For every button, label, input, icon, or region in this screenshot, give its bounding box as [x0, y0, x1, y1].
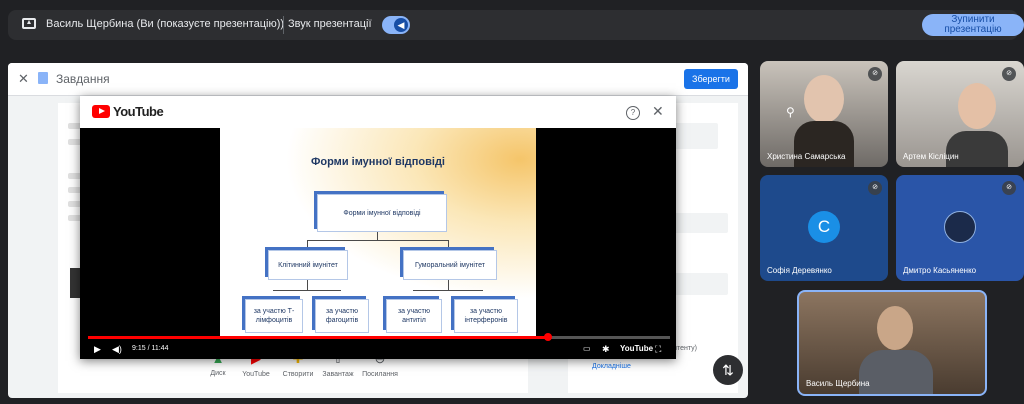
diagram-leaf: за участю Т-лімфоцитів: [245, 299, 303, 333]
participant-body: [946, 131, 1008, 167]
connector: [307, 240, 308, 250]
diagram-leaf: за участю фагоцитів: [315, 299, 369, 333]
connector: [448, 240, 449, 250]
participant-name: Артем Кісліцин: [903, 152, 959, 161]
help-icon[interactable]: ?: [626, 106, 640, 120]
diagram-humoral: Гуморальний імунітет: [403, 250, 497, 280]
doc-title: Завдання: [56, 72, 110, 86]
progress-played: [88, 336, 548, 339]
connector: [413, 290, 483, 291]
youtube-logo-text: YouTube: [113, 104, 164, 119]
participant-face: [804, 75, 844, 123]
sound-label: Звук презентації: [288, 18, 372, 30]
attach-label: Диск: [210, 370, 226, 377]
present-screen-icon: [22, 18, 36, 29]
stop-presenting-button[interactable]: Зупинити презентацію: [922, 14, 1024, 36]
time-display: 9:15 / 11:44: [132, 345, 169, 352]
diagram-leaf: за участю інтерферонів: [454, 299, 518, 333]
mic-off-icon: ⊘: [1002, 67, 1016, 81]
youtube-header: YouTube ? ✕: [80, 96, 676, 128]
slide-title: Форми імунної відповіді: [311, 156, 445, 168]
attach-label: Створити: [282, 371, 314, 378]
youtube-watermark[interactable]: YouTube: [620, 344, 653, 353]
avatar: [944, 211, 976, 243]
mic-off-icon: ⊘: [1002, 181, 1016, 195]
captions-icon[interactable]: ▭: [583, 344, 591, 353]
diagram-root: Форми імунної відповіді: [317, 194, 447, 232]
participant-tile[interactable]: ⚲ ⊘ Христина Самарська: [760, 61, 888, 167]
attach-label: YouTube: [242, 371, 270, 378]
participant-name: Софія Деревянко: [767, 266, 832, 275]
diagram-leaf: за участю антитіл: [386, 299, 442, 333]
fullscreen-icon[interactable]: ⛶: [655, 344, 661, 355]
settings-icon[interactable]: ✱: [602, 344, 610, 355]
youtube-player: YouTube ? ✕ Форми імунної відповіді Форм…: [80, 96, 676, 359]
video-slide: Форми імунної відповіді Форми імунної ві…: [220, 128, 536, 338]
doc-header: ✕ Завдання Зберегти: [8, 63, 748, 96]
participant-tile[interactable]: C ⊘ Софія Деревянко: [760, 175, 888, 281]
participant-name: Христина Самарська: [767, 152, 846, 161]
close-icon[interactable]: ✕: [18, 71, 29, 87]
participant-tile[interactable]: ⊘ Артем Кісліцин: [896, 61, 1024, 167]
volume-icon[interactable]: ◀): [112, 344, 122, 355]
assignment-icon: [38, 72, 48, 84]
participant-body: [859, 350, 933, 394]
mic-off-icon: ⊘: [868, 67, 882, 81]
presenting-bar: Василь Щербина (Ви (показуєте презентаці…: [8, 10, 1024, 40]
participant-tile[interactable]: ⊘ Дмитро Касьяненко: [896, 175, 1024, 281]
pin-icon[interactable]: ⚲: [786, 105, 795, 119]
connector: [307, 240, 448, 241]
presenting-status: Василь Щербина (Ви (показуєте презентаці…: [46, 18, 285, 30]
diagram-cellular: Клітинний імунітет: [268, 250, 348, 280]
save-button[interactable]: Зберегти: [684, 69, 738, 89]
close-icon[interactable]: ✕: [652, 103, 664, 120]
play-icon[interactable]: ▶: [94, 344, 101, 355]
scrubber-handle[interactable]: [544, 333, 552, 341]
sound-toggle[interactable]: ◀: [382, 16, 410, 34]
participant-name: Василь Щербина: [806, 379, 870, 388]
learn-more-link[interactable]: Докладніше: [592, 363, 631, 370]
mic-off-icon: ⊘: [868, 181, 882, 195]
play-triangle-icon: [99, 108, 105, 114]
attach-label: Завантаж: [322, 371, 354, 378]
participant-face: [877, 306, 913, 350]
connector: [273, 290, 341, 291]
divider: [283, 16, 284, 34]
participant-name: Дмитро Касьяненко: [903, 266, 977, 275]
participant-face: [958, 83, 996, 129]
switch-layout-button[interactable]: ⇅: [713, 355, 743, 385]
attach-label: Посилання: [362, 371, 398, 378]
speaker-icon: ◀: [394, 18, 408, 32]
avatar: C: [808, 211, 840, 243]
self-view-tile[interactable]: Василь Щербина: [797, 290, 987, 396]
